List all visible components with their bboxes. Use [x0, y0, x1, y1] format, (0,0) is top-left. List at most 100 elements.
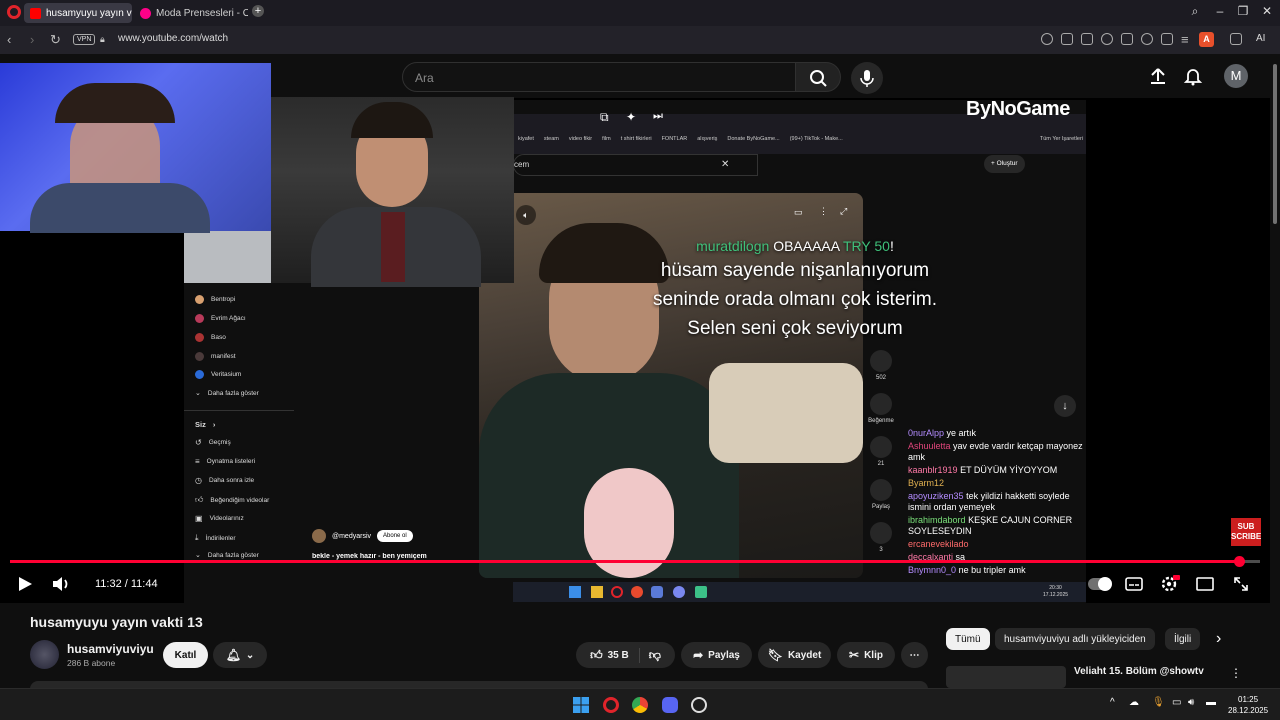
webcam-feed-streamer: [0, 63, 271, 233]
heart-icon[interactable]: [1141, 33, 1153, 45]
back-icon[interactable]: ‹: [7, 32, 11, 47]
theater-mode-icon[interactable]: [1196, 576, 1214, 592]
game-favicon-icon: [140, 7, 151, 19]
scrollbar-thumb[interactable]: [1273, 64, 1277, 224]
system-clock[interactable]: 01:25 28.12.2025: [1228, 694, 1268, 716]
ai-button[interactable]: AI: [1256, 33, 1265, 44]
profile-badge[interactable]: A: [1199, 32, 1214, 47]
forward-icon[interactable]: ›: [30, 32, 34, 47]
reel-captions-icon: ▭: [794, 207, 803, 217]
opera-taskbar-icon[interactable]: [603, 697, 619, 713]
bookmark-item: Donate ByNoGame...: [727, 136, 780, 142]
reel-subscribe-button: Abone ol: [377, 530, 413, 542]
sidebar-you-item: ≡ Oynatma listeleri: [195, 457, 256, 466]
minimize-button[interactable]: –: [1211, 4, 1229, 18]
search-input[interactable]: Ara: [402, 62, 796, 92]
battery-icon[interactable]: ▬: [1206, 697, 1216, 708]
page-scrollbar[interactable]: [1270, 54, 1280, 688]
subtitles-icon[interactable]: [1125, 576, 1143, 592]
play-button[interactable]: [16, 575, 34, 593]
upload-icon[interactable]: [1148, 66, 1168, 86]
new-tab-button[interactable]: +: [252, 5, 264, 17]
bynogame-watermark: ByNoGame: [966, 98, 1070, 120]
recommendation-thumbnail[interactable]: [946, 666, 1066, 688]
windows-start-icon[interactable]: [573, 697, 589, 713]
sidebar-channel: Bentropi: [195, 295, 235, 304]
search-tabs-icon[interactable]: ⌕: [1186, 4, 1204, 19]
chip-from-uploader[interactable]: husamviyuviyu adlı yükleyiciden: [995, 628, 1155, 650]
maximize-button[interactable]: ❐: [1234, 4, 1252, 18]
reel-like: 502: [866, 350, 896, 381]
recommendation-title[interactable]: Veliaht 15. Bölüm @showtv: [1074, 666, 1204, 677]
thumbs-down-icon[interactable]: 👎︎: [645, 648, 661, 663]
bookmark-item: t shirt fikirleri: [620, 136, 652, 142]
notifications-bell-icon[interactable]: [1183, 66, 1203, 86]
recommendation-more-icon[interactable]: ⋮: [1230, 666, 1242, 680]
volume-icon[interactable]: [51, 575, 71, 593]
stream-chat: 0nurAlpp ye artık Ashuuletta yav evde va…: [908, 428, 1083, 578]
network-icon[interactable]: ▭: [1172, 697, 1181, 708]
close-window-button[interactable]: ✕: [1258, 4, 1276, 18]
cloud-icon[interactable]: ☁: [1129, 697, 1139, 708]
chip-all[interactable]: Tümü: [946, 628, 990, 650]
fullscreen-icon[interactable]: [1232, 575, 1250, 593]
sparkle-icon: ✦: [626, 110, 637, 124]
share-icon: ➦: [693, 648, 704, 662]
chat-message: ibrahimdabord KEŞKE CAJUN CORNER SOYLESE…: [908, 515, 1073, 536]
edit-icon[interactable]: [1061, 33, 1073, 45]
discord-taskbar-icon[interactable]: [662, 697, 678, 713]
clip-button[interactable]: ✂ Klip: [837, 642, 895, 668]
more-actions-button[interactable]: ⋯: [901, 642, 928, 668]
menu-icon[interactable]: ≡: [1181, 32, 1189, 47]
tab-active[interactable]: husamyuyu yayın vakti 13: [24, 3, 132, 23]
like-dislike-group: 👍︎ 35 B 👎︎: [576, 642, 675, 668]
reload-icon[interactable]: ↻: [50, 32, 61, 48]
channel-name[interactable]: husamviyuviyu: [67, 642, 154, 656]
channel-avatar[interactable]: [30, 640, 59, 669]
chat-message: Byarm12: [908, 478, 945, 488]
opera-logo-icon[interactable]: [7, 5, 21, 19]
share-button[interactable]: ➦ Paylaş: [681, 642, 752, 668]
join-button[interactable]: Katıl: [163, 642, 208, 668]
game-taskbar-icon[interactable]: [691, 697, 707, 713]
reel-mute-icon: 🔈︎: [516, 205, 536, 225]
progress-played: [10, 560, 1239, 563]
bookmark-item: steam: [543, 136, 559, 142]
reel-expand-icon: ⤢: [840, 206, 848, 216]
like-count: 35 B: [607, 649, 629, 661]
voice-search-button[interactable]: [851, 62, 883, 94]
account-avatar[interactable]: M: [1224, 64, 1248, 88]
chip-related[interactable]: İlgili: [1165, 628, 1200, 650]
mic-tray-icon[interactable]: 🎙︎: [1152, 697, 1165, 708]
search-icon[interactable]: [1041, 33, 1053, 45]
tray-chevron-icon[interactable]: ^: [1110, 697, 1115, 708]
box-icon[interactable]: [1161, 33, 1173, 45]
progress-scrubber[interactable]: [1233, 556, 1245, 567]
volume-tray-icon[interactable]: 🔊︎: [1188, 697, 1194, 708]
url-field[interactable]: www.youtube.com/watch: [118, 33, 228, 44]
search-button[interactable]: [795, 62, 841, 92]
like-button[interactable]: 👍︎ 35 B: [590, 647, 640, 663]
notification-settings-button[interactable]: 🔔︎ ⌄: [213, 642, 267, 668]
settings-gear-icon[interactable]: [1160, 575, 1180, 593]
extension-icon[interactable]: [1230, 33, 1242, 45]
donation-header: muratdilogn OBAAAAA TRY 50!: [696, 238, 894, 254]
play-icon[interactable]: [1121, 33, 1133, 45]
sidebar-you-item: 👍︎ Beğendiğim videolar: [195, 495, 270, 504]
sidebar-channel: manifest: [195, 352, 236, 361]
progress-bar[interactable]: [10, 556, 1260, 567]
chevron-down-icon: ⌄: [245, 649, 255, 661]
skip-icon: ⏭: [653, 110, 663, 122]
reel-share: Paylaş: [866, 479, 896, 510]
subscriber-count: 286 B abone: [67, 658, 116, 668]
reel-comments: 21: [866, 436, 896, 467]
camera-icon[interactable]: [1081, 33, 1093, 45]
save-button[interactable]: 🔖︎ Kaydet: [758, 642, 831, 668]
chrome-taskbar-icon[interactable]: [632, 697, 648, 713]
autoplay-toggle[interactable]: [1088, 577, 1112, 591]
chips-next-icon[interactable]: ›: [1216, 630, 1221, 648]
vpn-badge[interactable]: VPN: [73, 34, 96, 45]
shield-icon[interactable]: [1101, 33, 1113, 45]
tab-inactive[interactable]: Moda Prensesleri - Oyunsk: [134, 3, 248, 23]
subscribe-badge: SUB SCRIBE: [1231, 518, 1261, 546]
